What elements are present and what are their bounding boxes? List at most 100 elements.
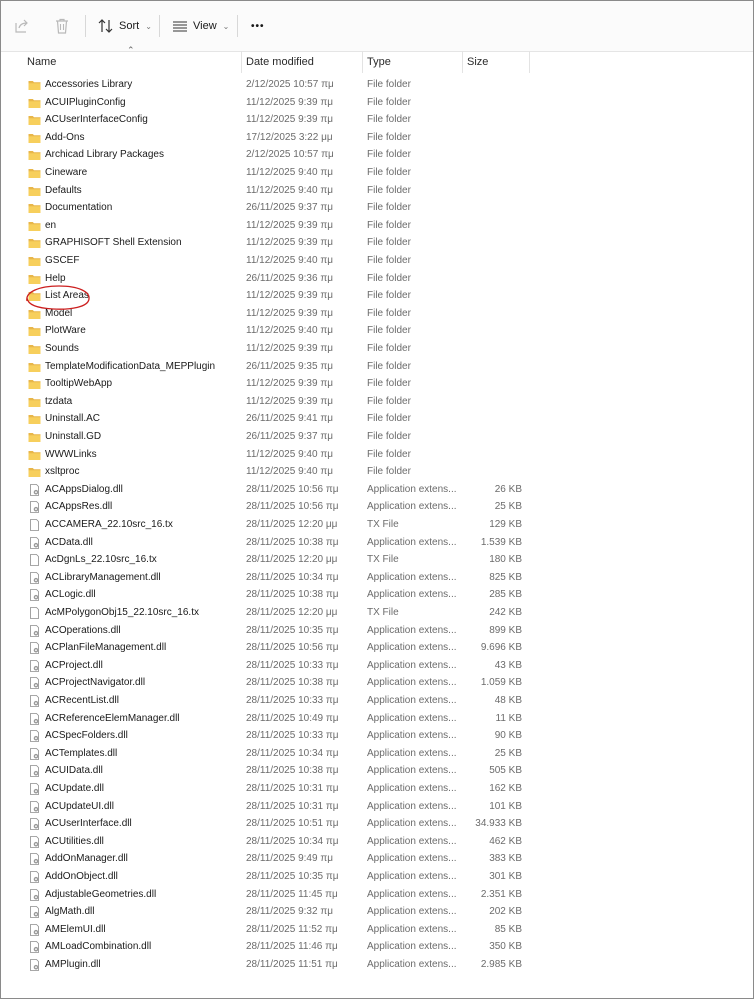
sort-label: Sort (119, 20, 140, 32)
date-modified: 11/12/2025 9:39 πμ (246, 96, 333, 108)
dll-file-icon (28, 818, 41, 831)
folder-row[interactable]: GSCEF 11/12/2025 9:40 πμ File folder (1, 252, 753, 270)
date-modified: 28/11/2025 10:38 πμ (246, 589, 339, 601)
file-row[interactable]: AddOnManager.dll 28/11/2025 9:49 πμ Applic… (1, 850, 753, 868)
folder-row[interactable]: Uninstall.AC 26/11/2025 9:41 πμ File folde… (1, 410, 753, 428)
folder-row[interactable]: Defaults 11/12/2025 9:40 πμ File folder (1, 182, 753, 200)
file-row[interactable]: AcMPolygonObj15_22.10src_16.tx 28/11/2025… (1, 604, 753, 622)
file-row[interactable]: ACAppsRes.dll 28/11/2025 10:56 πμ Applicat… (1, 498, 753, 516)
delete-button[interactable] (53, 13, 71, 39)
toolbar-divider (159, 15, 160, 37)
file-row[interactable]: ACReferenceElemManager.dll 28/11/2025 10:… (1, 710, 753, 728)
folder-row[interactable]: TemplateModificationData_MEPPlugin 26/11/… (1, 358, 753, 376)
folder-row[interactable]: tzdata 11/12/2025 9:39 πμ File folder (1, 393, 753, 411)
column-divider[interactable] (462, 51, 463, 73)
sort-ascending-icon: ⌃ (127, 45, 135, 55)
sort-button[interactable]: Sort ⌄ (97, 13, 152, 39)
share-button[interactable] (13, 13, 31, 39)
folder-row[interactable]: en 11/12/2025 9:39 πμ File folder (1, 217, 753, 235)
date-modified: 26/11/2025 9:36 πμ (246, 272, 333, 284)
date-modified: 28/11/2025 10:33 πμ (246, 695, 339, 706)
file-row[interactable]: ACProjectNavigator.dll 28/11/2025 10:38 π… (1, 674, 753, 692)
column-name[interactable]: Name (27, 51, 56, 73)
folder-row[interactable]: WWWLinks 11/12/2025 9:40 πμ File folder (1, 446, 753, 464)
folder-row[interactable]: Help 26/11/2025 9:36 πμ File folder (1, 270, 753, 288)
file-row[interactable]: ACSpecFolders.dll 28/11/2025 10:33 πμ Appl… (1, 727, 753, 745)
folder-row[interactable]: Model 11/12/2025 9:39 πμ File folder (1, 305, 753, 323)
file-type: File folder (367, 290, 411, 302)
file-name: Uninstall.AC (45, 413, 101, 425)
column-size[interactable]: Size (467, 51, 488, 73)
file-size: 34.933 KB (475, 818, 522, 830)
file-name: ACPlanFileManagement.dll (45, 642, 167, 654)
folder-row[interactable]: List Areas 11/12/2025 9:39 πμ File folder (1, 287, 753, 305)
file-type: Application extens... (367, 800, 457, 812)
folder-row[interactable]: Documentation 26/11/2025 9:37 πμ File fold… (1, 199, 753, 217)
file-type: Application extens... (367, 712, 457, 724)
folder-row[interactable]: xsltproc 11/12/2025 9:40 πμ File folder (1, 463, 753, 481)
file-row[interactable]: ACOperations.dll 28/11/2025 10:35 πμ Appli… (1, 622, 753, 640)
folder-icon (28, 273, 41, 285)
column-divider[interactable] (529, 51, 530, 73)
folder-row[interactable]: GRAPHISOFT Shell Extension 11/12/2025 9:3… (1, 234, 753, 252)
date-modified: 28/11/2025 10:56 πμ (246, 501, 339, 513)
folder-row[interactable]: PlotWare 11/12/2025 9:40 πμ File folder (1, 322, 753, 340)
file-row[interactable]: ACLibraryManagement.dll 28/11/2025 10:34 … (1, 569, 753, 587)
date-modified: 28/11/2025 10:56 πμ (246, 483, 339, 495)
folder-icon (28, 237, 41, 249)
file-type: File folder (367, 184, 411, 196)
more-options-button[interactable]: ••• (251, 13, 265, 39)
file-row[interactable]: AMLoadCombination.dll 28/11/2025 11:46 πμ… (1, 938, 753, 956)
file-row[interactable]: ACUpdateUI.dll 28/11/2025 10:31 πμ Applica… (1, 798, 753, 816)
file-row[interactable]: AcDgnLs_22.10src_16.tx 28/11/2025 12:20 μ… (1, 551, 753, 569)
file-row[interactable]: AMPlugin.dll 28/11/2025 11:51 πμ Applicati… (1, 956, 753, 974)
folder-row[interactable]: Cineware 11/12/2025 9:40 πμ File folder (1, 164, 753, 182)
file-row[interactable]: ACUserInterface.dll 28/11/2025 10:51 πμ Ap… (1, 815, 753, 833)
file-type: File folder (367, 395, 411, 407)
file-row[interactable]: ACUtilities.dll 28/11/2025 10:34 πμ Applic… (1, 833, 753, 851)
file-row[interactable]: ACLogic.dll 28/11/2025 10:38 πμ Applicatio… (1, 586, 753, 604)
folder-row[interactable]: ACUserInterfaceConfig 11/12/2025 9:39 πμ F… (1, 111, 753, 129)
folder-icon (28, 255, 41, 267)
file-name: en (45, 219, 57, 231)
file-row[interactable]: ACUpdate.dll 28/11/2025 10:31 πμ Applicati… (1, 780, 753, 798)
folder-row[interactable]: Uninstall.GD 26/11/2025 9:37 πμ File folde… (1, 428, 753, 446)
dll-file-icon (28, 906, 41, 919)
folder-row[interactable]: Sounds 11/12/2025 9:39 πμ File folder (1, 340, 753, 358)
folder-row[interactable]: Archicad Library Packages 2/12/2025 10:57… (1, 146, 753, 164)
file-name: ACUIData.dll (45, 765, 103, 777)
file-row[interactable]: ACAppsDialog.dll 28/11/2025 10:56 πμ Appli… (1, 481, 753, 499)
folder-row[interactable]: TooltipWebApp 11/12/2025 9:39 πμ File fold… (1, 375, 753, 393)
date-modified: 28/11/2025 9:32 πμ (246, 906, 333, 918)
column-divider[interactable] (241, 51, 242, 73)
file-type: Application extens... (367, 923, 457, 935)
file-row[interactable]: ACTemplates.dll 28/11/2025 10:34 πμ Applic… (1, 745, 753, 763)
file-row[interactable]: ACUIData.dll 28/11/2025 10:38 πμ Applicati… (1, 762, 753, 780)
file-row[interactable]: ACRecentList.dll 28/11/2025 10:33 πμ Appli… (1, 692, 753, 710)
view-button[interactable]: View ⌄ (171, 13, 229, 39)
file-row[interactable]: ACData.dll 28/11/2025 10:38 πμ Application… (1, 534, 753, 552)
file-row[interactable]: ACPlanFileManagement.dll 28/11/2025 10:56… (1, 639, 753, 657)
date-modified: 11/12/2025 9:40 πμ (246, 325, 333, 337)
folder-row[interactable]: ACUIPluginConfig 11/12/2025 9:39 πμ File f… (1, 94, 753, 112)
folder-row[interactable]: Accessories Library 2/12/2025 10:57 πμ Fil… (1, 76, 753, 94)
file-row[interactable]: AdjustableGeometries.dll 28/11/2025 11:45… (1, 886, 753, 904)
file-row[interactable]: ACCAMERA_22.10src_16.tx 28/11/2025 12:20 … (1, 516, 753, 534)
file-row[interactable]: ACProject.dll 28/11/2025 10:33 πμ Applicat… (1, 657, 753, 675)
file-type: File folder (367, 413, 411, 425)
column-divider[interactable] (362, 51, 363, 73)
file-row[interactable]: AMElemUI.dll 28/11/2025 11:52 πμ Applicati… (1, 921, 753, 939)
file-size: 162 KB (489, 783, 522, 794)
file-type: File folder (367, 237, 411, 249)
folder-icon (28, 132, 41, 144)
file-size: 90 KB (494, 730, 522, 742)
column-date-modified[interactable]: Date modified (246, 51, 314, 73)
file-name: TemplateModificationData_MEPPlugin (45, 360, 216, 372)
folder-icon (28, 396, 41, 408)
file-row[interactable]: AddOnObject.dll 28/11/2025 10:35 πμ Applic… (1, 868, 753, 886)
column-type[interactable]: Type (367, 51, 391, 73)
date-modified: 28/11/2025 10:31 πμ (246, 783, 339, 794)
file-row[interactable]: AlgMath.dll 28/11/2025 9:32 πμ Application… (1, 903, 753, 921)
date-modified: 28/11/2025 10:34 πμ (246, 835, 339, 847)
folder-row[interactable]: Add-Ons 17/12/2025 3:22 μμ File folder (1, 129, 753, 147)
